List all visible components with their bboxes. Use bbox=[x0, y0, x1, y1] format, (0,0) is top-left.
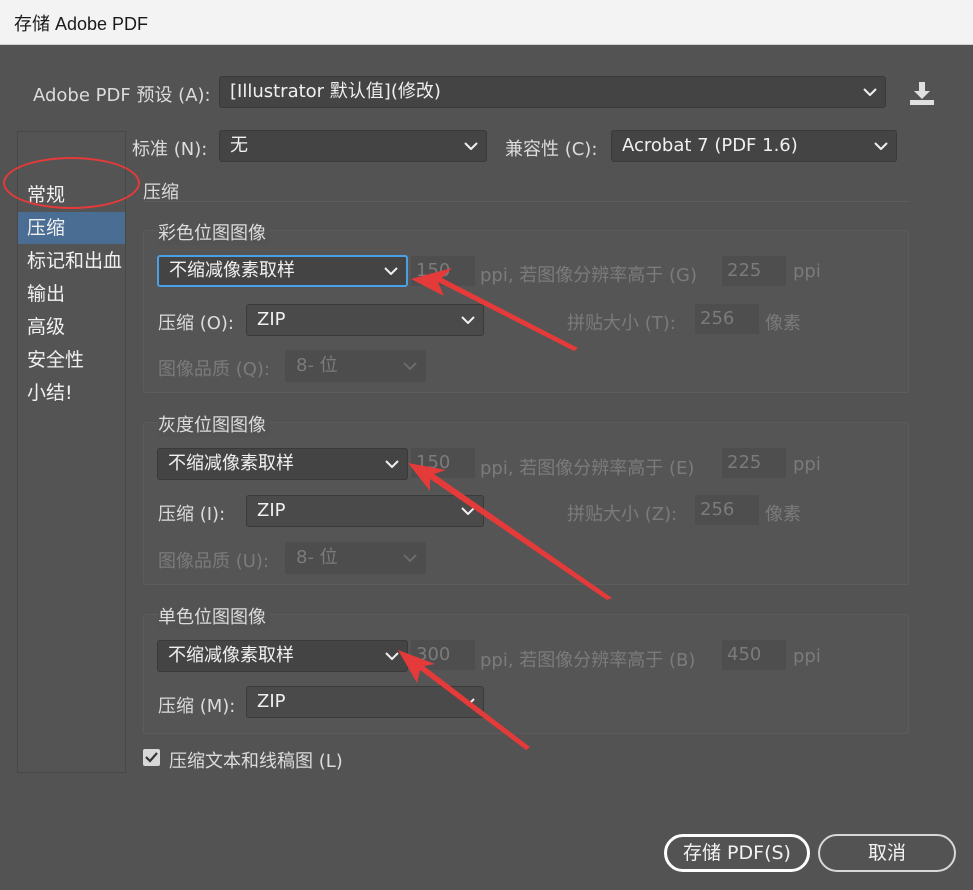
mono-compression-value: ZIP bbox=[257, 691, 286, 712]
gray-quality-select[interactable]: 8- 位 bbox=[285, 542, 426, 574]
gray-compression-value: ZIP bbox=[257, 500, 286, 521]
color-ppi-input[interactable]: 150 bbox=[411, 256, 475, 286]
color-compression-value: ZIP bbox=[257, 309, 286, 330]
color-above-unit: ppi bbox=[793, 261, 821, 282]
preset-label: Adobe PDF 预设 (A): bbox=[33, 85, 211, 106]
color-compression-label: 压缩 (O): bbox=[158, 313, 234, 334]
chevron-down-icon bbox=[403, 351, 417, 381]
chevron-down-icon bbox=[461, 496, 475, 526]
section-divider bbox=[143, 201, 909, 202]
gray-tile-label: 拼贴大小 (Z): bbox=[567, 504, 678, 525]
gray-quality-label: 图像品质 (U): bbox=[158, 551, 270, 572]
color-sampling-value: 不缩减像素取样 bbox=[169, 260, 295, 281]
chevron-down-icon bbox=[863, 77, 877, 107]
compat-label: 兼容性 (C): bbox=[505, 139, 598, 160]
save-preset-download-tray-icon[interactable] bbox=[908, 80, 936, 106]
color-above-input[interactable]: 225 bbox=[722, 256, 786, 286]
compress-text-checkbox[interactable] bbox=[143, 749, 160, 766]
color-sampling-select[interactable]: 不缩减像素取样 bbox=[157, 255, 408, 287]
mono-sampling-select[interactable]: 不缩减像素取样 bbox=[157, 640, 408, 672]
sidebar-item-advanced[interactable]: 高级 bbox=[18, 311, 125, 343]
color-quality-label: 图像品质 (Q): bbox=[158, 359, 270, 380]
mono-compression-label: 压缩 (M): bbox=[158, 696, 236, 717]
mono-ppi-input[interactable]: 300 bbox=[411, 640, 475, 670]
chevron-down-icon bbox=[464, 131, 478, 161]
window-title: 存储 Adobe PDF bbox=[14, 14, 149, 34]
mono-ppi-label: ppi, 若图像分辨率高于 (B) bbox=[480, 650, 696, 671]
preset-value: [Illustrator 默认值](修改) bbox=[230, 81, 441, 102]
color-tile-label: 拼贴大小 (T): bbox=[567, 313, 676, 334]
save-pdf-button[interactable]: 存储 PDF(S) bbox=[664, 834, 810, 872]
color-compression-select[interactable]: ZIP bbox=[246, 304, 484, 336]
gray-quality-value: 8- 位 bbox=[296, 547, 338, 568]
compat-select[interactable]: Acrobat 7 (PDF 1.6) bbox=[611, 130, 897, 162]
sidebar-item-security[interactable]: 安全性 bbox=[18, 344, 125, 376]
chevron-down-icon bbox=[403, 543, 417, 573]
gray-ppi-input[interactable]: 150 bbox=[411, 448, 475, 478]
gray-sampling-value: 不缩减像素取样 bbox=[168, 453, 294, 474]
sidebar-item-general[interactable]: 常规 bbox=[18, 179, 125, 211]
gray-above-unit: ppi bbox=[793, 454, 821, 475]
chevron-down-icon bbox=[461, 687, 475, 717]
sidebar-item-output[interactable]: 输出 bbox=[18, 278, 125, 310]
standard-label: 标准 (N): bbox=[132, 139, 208, 160]
checkmark-icon bbox=[145, 752, 158, 763]
mono-above-input[interactable]: 450 bbox=[722, 640, 786, 670]
title-bar: 存储 Adobe PDF bbox=[0, 0, 973, 45]
color-tile-input[interactable]: 256 bbox=[695, 304, 759, 334]
chevron-down-icon bbox=[385, 641, 399, 671]
color-ppi-label: ppi, 若图像分辨率高于 (G) bbox=[480, 265, 698, 286]
chevron-down-icon bbox=[384, 257, 398, 285]
mono-above-unit: ppi bbox=[793, 646, 821, 667]
color-tile-unit: 像素 bbox=[765, 313, 801, 334]
color-quality-value: 8- 位 bbox=[296, 355, 338, 376]
mono-compression-select[interactable]: ZIP bbox=[246, 686, 484, 718]
compress-text-label: 压缩文本和线稿图 (L) bbox=[169, 751, 343, 772]
cancel-button[interactable]: 取消 bbox=[818, 834, 956, 872]
gray-above-input[interactable]: 225 bbox=[722, 448, 786, 478]
standard-value: 无 bbox=[230, 135, 248, 156]
gray-compression-label: 压缩 (I): bbox=[158, 504, 226, 525]
sidebar-item-compression[interactable]: 压缩 bbox=[18, 212, 125, 244]
preset-select[interactable]: [Illustrator 默认值](修改) bbox=[219, 76, 886, 108]
category-sidebar: 常规 压缩 标记和出血 输出 高级 安全性 小结! bbox=[17, 131, 126, 773]
chevron-down-icon bbox=[385, 449, 399, 479]
mono-group-title: 单色位图图像 bbox=[158, 603, 270, 629]
gray-ppi-label: ppi, 若图像分辨率高于 (E) bbox=[480, 458, 695, 479]
color-quality-select[interactable]: 8- 位 bbox=[285, 350, 426, 382]
mono-sampling-value: 不缩减像素取样 bbox=[168, 645, 294, 666]
gray-tile-unit: 像素 bbox=[765, 504, 801, 525]
gray-group-title: 灰度位图图像 bbox=[158, 411, 270, 437]
chevron-down-icon bbox=[461, 305, 475, 335]
compat-value: Acrobat 7 (PDF 1.6) bbox=[622, 135, 798, 156]
gray-sampling-select[interactable]: 不缩减像素取样 bbox=[157, 448, 408, 480]
chevron-down-icon bbox=[874, 131, 888, 161]
color-group-title: 彩色位图图像 bbox=[158, 219, 270, 245]
sidebar-item-summary[interactable]: 小结! bbox=[18, 377, 125, 409]
standard-select[interactable]: 无 bbox=[219, 130, 487, 162]
gray-compression-select[interactable]: ZIP bbox=[246, 495, 484, 527]
sidebar-item-marks-bleeds[interactable]: 标记和出血 bbox=[18, 245, 125, 277]
gray-tile-input[interactable]: 256 bbox=[695, 495, 759, 525]
